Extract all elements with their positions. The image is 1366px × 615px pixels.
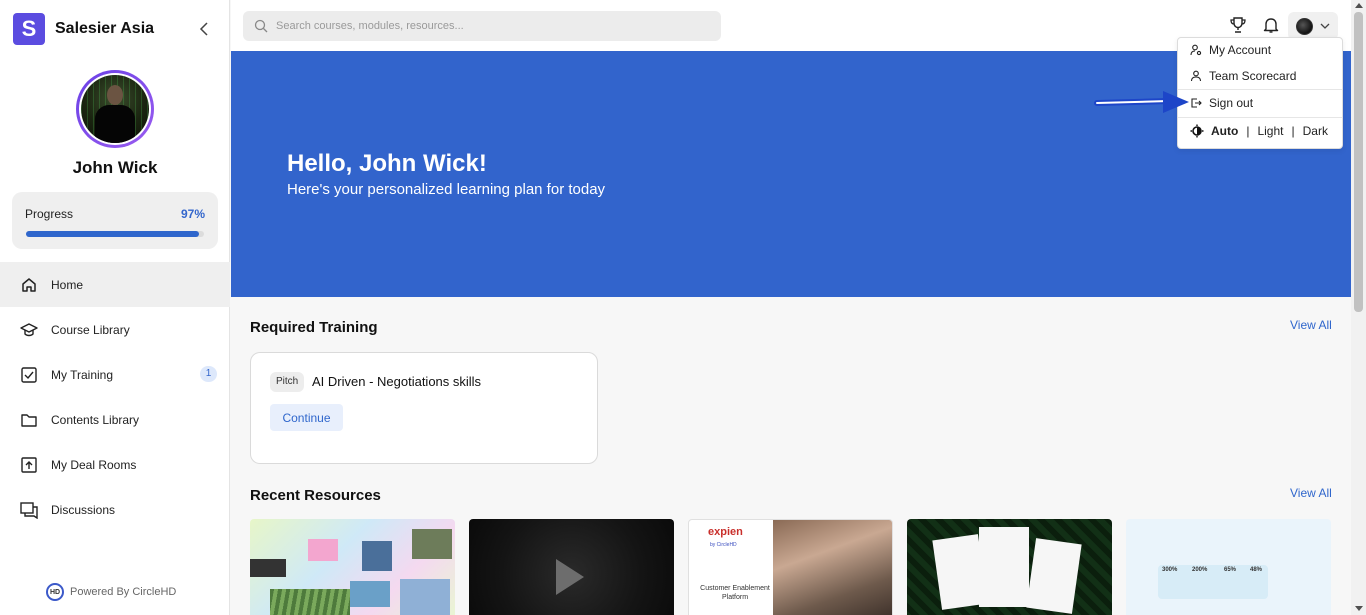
theme-option-light[interactable]: Light (1257, 124, 1283, 138)
progress-value: 97% (180, 207, 205, 221)
scroll-down-arrow-icon[interactable] (1355, 606, 1363, 611)
search-icon (254, 19, 268, 33)
resource-thumbnail[interactable]: expien by CircleHD Customer Enablement P… (688, 519, 893, 615)
profile-avatar (1296, 17, 1313, 35)
bell-icon[interactable] (1262, 16, 1280, 34)
menu-item-sign-out[interactable]: Sign out (1178, 91, 1342, 115)
thumbnail-stat: 48% (1250, 567, 1263, 573)
thumbnail-byline: by CircleHD (710, 542, 737, 548)
user-name: John Wick (72, 158, 158, 177)
collapse-sidebar-button[interactable] (196, 20, 214, 38)
menu-item-label: Team Scorecard (1209, 69, 1297, 83)
menu-item-my-account[interactable]: My Account (1178, 38, 1342, 62)
resource-thumbnail[interactable] (907, 519, 1112, 615)
user-icon (1190, 70, 1202, 82)
progress-card: Progress 97% (12, 192, 218, 249)
sidebar-item-my-deal-rooms[interactable]: My Deal Rooms (0, 442, 230, 487)
chevron-left-icon (199, 22, 208, 36)
sidebar-item-label: Discussions (51, 502, 116, 517)
profile-menu-button[interactable] (1288, 12, 1338, 40)
sidebar-item-contents-library[interactable]: Contents Library (0, 397, 230, 442)
sidebar-item-label: My Deal Rooms (51, 457, 137, 472)
folder-icon (21, 413, 37, 427)
avatar[interactable] (76, 70, 154, 148)
page-scrollbar[interactable] (1351, 0, 1366, 615)
chevron-down-icon (1320, 23, 1330, 29)
circlehd-logo: HD (46, 583, 64, 601)
recent-resources-title: Recent Resources (250, 487, 381, 504)
scroll-up-arrow-icon[interactable] (1355, 3, 1363, 8)
thumbnail-stat: 65% (1224, 567, 1237, 573)
required-training-view-all[interactable]: View All (1290, 318, 1332, 332)
sidebar-item-home[interactable]: Home (0, 262, 230, 307)
theme-switcher: Auto | Light | Dark (1190, 124, 1328, 138)
training-card[interactable]: Pitch AI Driven - Negotiations skills Co… (250, 352, 598, 464)
search-input[interactable] (276, 20, 706, 32)
thumbnail-stat: 300% (1162, 567, 1178, 573)
sidebar-item-label: My Training (51, 367, 114, 382)
chat-icon (20, 501, 38, 519)
required-training-title: Required Training (250, 319, 378, 336)
search-bar[interactable] (243, 11, 721, 41)
resource-thumbnail[interactable]: 300% 200% 65% 48% (1126, 519, 1331, 615)
sign-out-icon (1191, 98, 1202, 108)
menu-item-label: Sign out (1209, 96, 1254, 110)
resource-thumbnail[interactable] (469, 519, 674, 615)
theme-auto-icon (1190, 124, 1204, 138)
sidebar-item-course-library[interactable]: Course Library (0, 307, 230, 352)
brand-name: Salesier Asia (55, 20, 155, 37)
graduation-cap-icon (20, 322, 38, 336)
user-gear-icon (1190, 44, 1202, 56)
menu-item-label: My Account (1209, 43, 1272, 57)
progress-label: Progress (25, 207, 74, 221)
profile-dropdown: My Account Team Scorecard Sign out Auto … (1177, 37, 1343, 149)
menu-divider (1178, 117, 1342, 118)
training-title: AI Driven - Negotiations skills (312, 374, 482, 389)
avatar-image (81, 75, 149, 143)
brand[interactable]: S Salesier Asia (13, 13, 154, 45)
menu-item-team-scorecard[interactable]: Team Scorecard (1178, 64, 1342, 88)
thumbnail-stat: 200% (1192, 567, 1208, 573)
sidebar-item-label: Home (51, 277, 84, 292)
thumbnail-photo (773, 520, 892, 615)
continue-button[interactable]: Continue (270, 404, 343, 431)
resource-thumbnail[interactable] (250, 519, 455, 615)
sidebar: S Salesier Asia John Wick Progress 97% H… (0, 0, 230, 615)
checklist-icon (21, 366, 37, 383)
theme-option-dark[interactable]: Dark (1303, 124, 1328, 138)
welcome-title: Hello, John Wick! (287, 150, 487, 177)
annotation-arrow-icon (1094, 91, 1189, 113)
powered-by[interactable]: HD Powered By CircleHD (46, 583, 176, 601)
thumbnail-brand: expien (708, 526, 743, 538)
progress-bar-fill (26, 231, 199, 237)
recent-resources-view-all[interactable]: View All (1290, 486, 1332, 500)
sidebar-item-my-training[interactable]: My Training 1 (0, 352, 230, 397)
sidebar-nav: Home Course Library My Training 1 Conten… (0, 262, 230, 532)
menu-divider (1178, 89, 1342, 90)
theme-option-auto[interactable]: Auto (1211, 124, 1238, 138)
sidebar-item-label: Course Library (51, 322, 130, 337)
category-tag: Pitch (270, 372, 305, 392)
sidebar-item-label: Contents Library (51, 412, 140, 427)
sidebar-item-discussions[interactable]: Discussions (0, 487, 230, 532)
upload-box-icon (21, 456, 37, 473)
scrollbar-thumb[interactable] (1354, 12, 1363, 312)
play-icon (556, 559, 584, 595)
brand-logo: S (13, 13, 45, 45)
count-badge: 1 (200, 366, 217, 382)
home-icon (22, 277, 36, 292)
progress-bar (26, 231, 204, 237)
welcome-subtitle: Here's your personalized learning plan f… (287, 181, 606, 198)
powered-by-text: Powered By CircleHD (70, 586, 177, 598)
trophy-icon[interactable] (1229, 16, 1247, 34)
thumbnail-caption: Customer Enablement Platform (700, 585, 770, 601)
